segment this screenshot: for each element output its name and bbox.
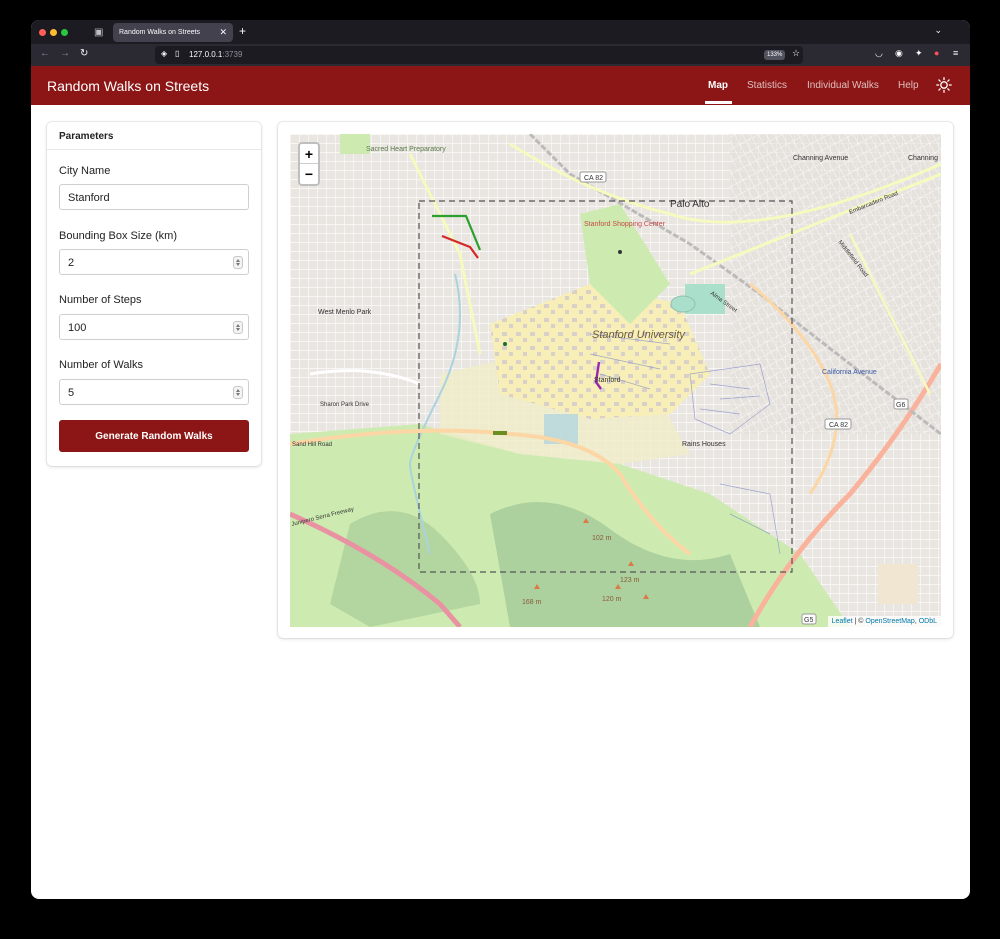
label-rains-houses: Rains Houses [682, 441, 726, 448]
close-window-icon[interactable] [39, 29, 46, 36]
zoom-level-badge[interactable]: 133% [764, 50, 786, 60]
label-stanford: Stanford [594, 377, 621, 384]
sun-icon[interactable] [936, 77, 952, 93]
label-elev-168: 168 m [522, 599, 542, 606]
browser-window: ▣ Random Walks on Streets ✕ + ⌄ ← → ↻ ◈ … [31, 20, 970, 899]
page-icon: ▯ [175, 49, 180, 58]
parameters-card: Parameters City Name Stanford Bounding B… [47, 122, 261, 466]
tab-groups-icon[interactable]: ▣ [94, 27, 103, 38]
pocket-icon[interactable]: ◡ [875, 48, 883, 59]
reload-icon[interactable]: ↻ [80, 48, 88, 59]
city-name-value: Stanford [68, 192, 110, 204]
back-icon[interactable]: ← [40, 48, 50, 59]
extension-badge-icon[interactable]: ● [934, 48, 939, 58]
label-ca82-right: CA 82 [829, 422, 848, 429]
label-channing: Channing [908, 155, 938, 162]
label-west-menlo: West Menlo Park [318, 309, 372, 316]
bbox-size-label: Bounding Box Size (km) [59, 230, 177, 242]
map-view[interactable]: Palo Alto Stanford University Stanford S… [290, 134, 941, 627]
minimize-window-icon[interactable] [50, 29, 57, 36]
odbl-link[interactable]: ODbL [919, 618, 937, 625]
label-elev-120: 120 m [602, 596, 622, 603]
bbox-size-stepper-icon[interactable] [233, 256, 243, 269]
label-channing-ave: Channing Avenue [793, 155, 848, 162]
num-steps-stepper-icon[interactable] [233, 321, 243, 334]
map-card: Palo Alto Stanford University Stanford S… [278, 122, 953, 638]
label-sand-hill-road: Sand Hill Road [292, 442, 332, 448]
num-steps-label: Number of Steps [59, 294, 142, 306]
map-tiles: Palo Alto Stanford University Stanford S… [290, 134, 941, 627]
chevron-down-icon[interactable]: ⌄ [934, 25, 942, 36]
osm-link[interactable]: OpenStreetMap [865, 618, 914, 625]
num-steps-input[interactable]: 100 [59, 314, 249, 340]
nav-help[interactable]: Help [898, 80, 919, 91]
parameters-heading: Parameters [47, 122, 261, 150]
walk-start-marker [503, 342, 507, 346]
new-tab-icon[interactable]: + [239, 24, 246, 38]
browser-toolbar: ← → ↻ ◈ ▯ 127.0.0.1:3739 133% ☆ ◡ ◉ ✦ ● … [31, 44, 970, 66]
zoom-control: + − [298, 142, 320, 186]
label-elev-123: 123 m [620, 577, 640, 584]
nav-statistics[interactable]: Statistics [747, 80, 787, 91]
maximize-window-icon[interactable] [61, 29, 68, 36]
app-title: Random Walks on Streets [47, 78, 210, 94]
zoom-in-button[interactable]: + [300, 144, 318, 164]
tab-strip: ▣ Random Walks on Streets ✕ + ⌄ [31, 20, 970, 44]
nav-map[interactable]: Map [708, 80, 728, 91]
label-sharon-park: Sharon Park Drive [320, 402, 370, 408]
forward-icon[interactable]: → [60, 48, 70, 59]
num-walks-input[interactable]: 5 [59, 379, 249, 405]
label-stanford-university: Stanford University [592, 329, 686, 341]
bookmark-star-icon[interactable]: ☆ [792, 48, 800, 59]
account-icon[interactable]: ◉ [895, 48, 903, 59]
tab-active[interactable]: Random Walks on Streets ✕ [113, 23, 233, 42]
num-steps-value: 100 [68, 322, 87, 334]
city-name-input[interactable]: Stanford [59, 184, 249, 210]
walk-segment-marker [493, 431, 507, 435]
active-nav-underline [705, 101, 732, 104]
bbox-size-value: 2 [68, 257, 75, 269]
label-g6: G6 [896, 402, 905, 409]
leaflet-link[interactable]: Leaflet [832, 618, 853, 625]
label-sacred-heart: Sacred Heart Preparatory [366, 146, 446, 153]
shield-icon[interactable]: ◈ [161, 49, 167, 58]
tab-title: Random Walks on Streets [119, 29, 201, 36]
num-walks-label: Number of Walks [59, 359, 143, 371]
label-palo-alto: Palo Alto [670, 199, 710, 210]
label-stanford-shopping: Stanford Shopping Center [584, 221, 666, 228]
nav-individual-walks[interactable]: Individual Walks [807, 80, 879, 91]
num-walks-value: 5 [68, 387, 75, 399]
walk-end-marker [618, 250, 622, 254]
url-port: :3739 [222, 50, 243, 59]
attribution-separator: | © [852, 618, 866, 625]
map-attribution: Leaflet | © OpenStreetMap, ODbL [827, 616, 941, 627]
generate-random-walks-button[interactable]: Generate Random Walks [59, 420, 249, 452]
url-text[interactable]: 127.0.0.1:3739 [189, 50, 242, 59]
city-name-label: City Name [59, 165, 111, 177]
close-tab-icon[interactable]: ✕ [219, 27, 227, 38]
bbox-size-input[interactable]: 2 [59, 249, 249, 275]
url-bar[interactable]: ◈ ▯ 127.0.0.1:3739 133% ☆ [155, 46, 803, 64]
label-elev-102: 102 m [592, 535, 612, 542]
extensions-icon[interactable]: ✦ [915, 48, 923, 59]
app-header: Random Walks on Streets Map Statistics I… [31, 66, 970, 105]
url-host: 127.0.0.1 [189, 50, 223, 59]
label-g5: G5 [804, 617, 813, 624]
zoom-out-button[interactable]: − [300, 164, 318, 184]
label-california-ave: California Avenue [822, 369, 877, 376]
menu-icon[interactable]: ≡ [953, 48, 958, 58]
num-walks-stepper-icon[interactable] [233, 386, 243, 399]
label-ca82-top: CA 82 [584, 175, 603, 182]
